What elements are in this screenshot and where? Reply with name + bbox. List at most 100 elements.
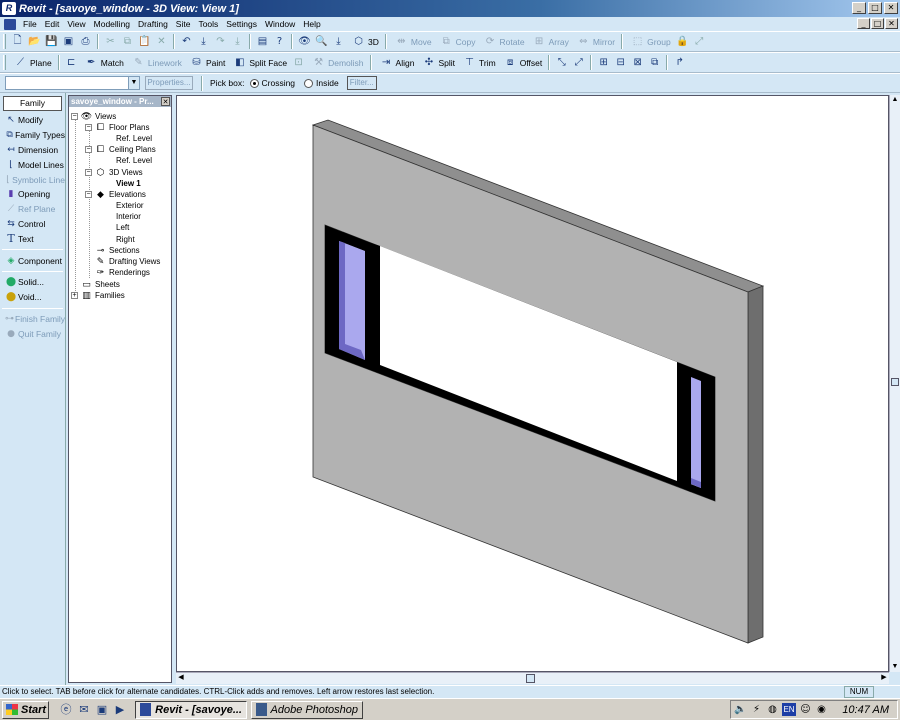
mirror-button[interactable]: ⇔ Mirror (572, 33, 618, 50)
design-text[interactable]: T Text (0, 231, 65, 246)
network-icon[interactable]: ⚡ (750, 703, 763, 716)
design-finish-family[interactable]: ⊶ Finish Family (0, 312, 65, 327)
open-icon[interactable]: 📂 (27, 34, 42, 49)
redo-dropdown-icon[interactable]: ⤓ (230, 34, 245, 49)
document-icon[interactable] (4, 18, 16, 30)
paint-button[interactable]: ⛁ Paint (185, 54, 228, 71)
close-icon[interactable]: ✕ (161, 97, 170, 106)
scroll-left-icon[interactable]: ◀ (176, 673, 186, 683)
horizontal-scrollbar[interactable]: ◀ ▶ (176, 672, 889, 684)
menu-edit[interactable]: Edit (41, 19, 64, 29)
minimize-button[interactable]: _ (852, 2, 866, 14)
collapse-icon[interactable]: − (85, 146, 92, 153)
redo-icon[interactable]: ↷ (213, 34, 228, 49)
copy-icon[interactable]: ⧉ (120, 34, 135, 49)
menu-settings[interactable]: Settings (222, 19, 261, 29)
doc-restore-button[interactable]: □ (871, 18, 884, 29)
desktop-icon[interactable]: ▣ (95, 703, 109, 717)
toolbar-grip[interactable] (3, 34, 6, 49)
unjoin-icon[interactable]: ⊟ (613, 55, 628, 70)
menu-file[interactable]: File (19, 19, 41, 29)
chevron-down-icon[interactable]: ▼ (128, 77, 139, 89)
demolish-button[interactable]: ⚒ Demolish (307, 54, 366, 71)
split-button[interactable]: ✣ Split (417, 54, 458, 71)
vertical-scroll-thumb[interactable] (891, 378, 899, 386)
save-icon[interactable]: 💾 (44, 34, 59, 49)
tree-right[interactable]: Right (116, 234, 135, 245)
tree-sheets[interactable]: ▭ Sheets (81, 279, 120, 290)
inside-radio[interactable] (304, 78, 314, 88)
zoom-icon[interactable]: 🔍 (314, 34, 329, 49)
doc-minimize-button[interactable]: _ (857, 18, 870, 29)
volume-icon[interactable]: 🔈 (734, 703, 747, 716)
tree-floor-plans[interactable]: − ⧠ Floor Plans (85, 122, 149, 133)
design-bar-tab-family[interactable]: Family (3, 96, 62, 111)
scroll-right-icon[interactable]: ▶ (879, 673, 889, 683)
wall-join-icon[interactable]: ⊡ (291, 55, 306, 70)
menu-view[interactable]: View (63, 19, 89, 29)
zoom-dropdown-icon[interactable]: ⤓ (331, 34, 346, 49)
tree-renderings[interactable]: ✑ Renderings (95, 267, 150, 278)
whats-this-icon[interactable]: ? (272, 34, 287, 49)
save-all-icon[interactable]: ▣ (61, 34, 76, 49)
tree-sections[interactable]: ⊸ Sections (95, 245, 140, 256)
menu-modelling[interactable]: Modelling (90, 19, 134, 29)
media-player-icon[interactable]: ▶ (113, 703, 127, 717)
ungroup-icon[interactable]: ⤢ (692, 34, 707, 49)
array-button[interactable]: ⊞ Array (528, 33, 572, 50)
tree-drafting-views[interactable]: ✎ Drafting Views (95, 256, 161, 267)
properties-button[interactable]: Properties... (145, 76, 193, 90)
menu-window[interactable]: Window (261, 19, 299, 29)
toolbar-grip[interactable] (3, 55, 6, 70)
menu-drafting[interactable]: Drafting (134, 19, 172, 29)
tree-ceiling-plans[interactable]: − ⧠ Ceiling Plans (85, 144, 156, 155)
plane-button[interactable]: ⟋ Plane (9, 54, 55, 71)
collapse-icon[interactable]: − (71, 113, 78, 120)
print-icon[interactable]: ⎙ (78, 34, 93, 49)
crossing-radio[interactable] (249, 78, 259, 88)
design-component[interactable]: ◈ Component (0, 253, 65, 268)
undo-dropdown-icon[interactable]: ⤓ (196, 34, 211, 49)
join-icon[interactable]: ⊞ (596, 55, 611, 70)
tree-interior[interactable]: Interior (116, 211, 141, 222)
design-quit-family[interactable]: ● Quit Family (0, 326, 65, 341)
tree-3d-views[interactable]: − ⬡ 3D Views (85, 167, 143, 178)
copy-button[interactable]: ⧉ Copy (435, 33, 479, 50)
cut-icon[interactable]: ✂ (103, 34, 118, 49)
scale-icon[interactable]: ⤢ (571, 55, 586, 70)
scroll-down-icon[interactable]: ▼ (890, 662, 900, 672)
trim-button[interactable]: ⊤ Trim (458, 54, 499, 71)
doc-close-button[interactable]: ✕ (885, 18, 898, 29)
rotate-button[interactable]: ⟳ Rotate (479, 33, 528, 50)
undo-icon[interactable]: ↶ (179, 34, 194, 49)
view-3d-button[interactable]: ⬡ 3D (347, 33, 382, 50)
design-family-types[interactable]: ⧉ Family Types (0, 128, 65, 143)
maximize-button[interactable]: □ (868, 2, 882, 14)
design-ref-plane[interactable]: ⟋ Ref Plane (0, 202, 65, 217)
security-icon[interactable]: ◉ (815, 703, 828, 716)
design-model-lines[interactable]: ⌊ Model Lines (0, 157, 65, 172)
cut-geometry-icon[interactable]: ⊠ (630, 55, 645, 70)
task-revit[interactable]: Revit - [savoye... (135, 700, 247, 719)
lock-icon[interactable]: 🔒 (675, 34, 690, 49)
delete-icon[interactable]: ✕ (154, 34, 169, 49)
new-icon[interactable]: 🗋 (10, 34, 25, 49)
tree-left[interactable]: Left (116, 222, 129, 233)
sheet-icon[interactable]: ▤ (255, 34, 270, 49)
collapse-icon[interactable]: − (85, 169, 92, 176)
design-solid[interactable]: ⬤ Solid... (0, 275, 65, 290)
outlook-icon[interactable]: ✉ (77, 703, 91, 717)
bracket-icon[interactable]: ⊏ (64, 55, 79, 70)
menu-tools[interactable]: Tools (194, 19, 222, 29)
vertical-scrollbar[interactable]: ▲ ▼ (889, 95, 900, 672)
offset-button[interactable]: ⧈ Offset (499, 54, 546, 71)
uncut-geometry-icon[interactable]: ⧉ (647, 55, 662, 70)
design-modify[interactable]: ↖ Modify (0, 113, 65, 128)
tree-elevations[interactable]: − ◆ Elevations (85, 189, 146, 200)
view-3d-canvas[interactable] (176, 95, 889, 672)
collapse-icon[interactable]: − (85, 191, 92, 198)
split-face-button[interactable]: ◧ Split Face (228, 54, 290, 71)
resize-icon[interactable]: ⤡ (554, 55, 569, 70)
align-button[interactable]: ⇥ Align (375, 54, 418, 71)
design-void[interactable]: ⬤ Void... (0, 290, 65, 305)
